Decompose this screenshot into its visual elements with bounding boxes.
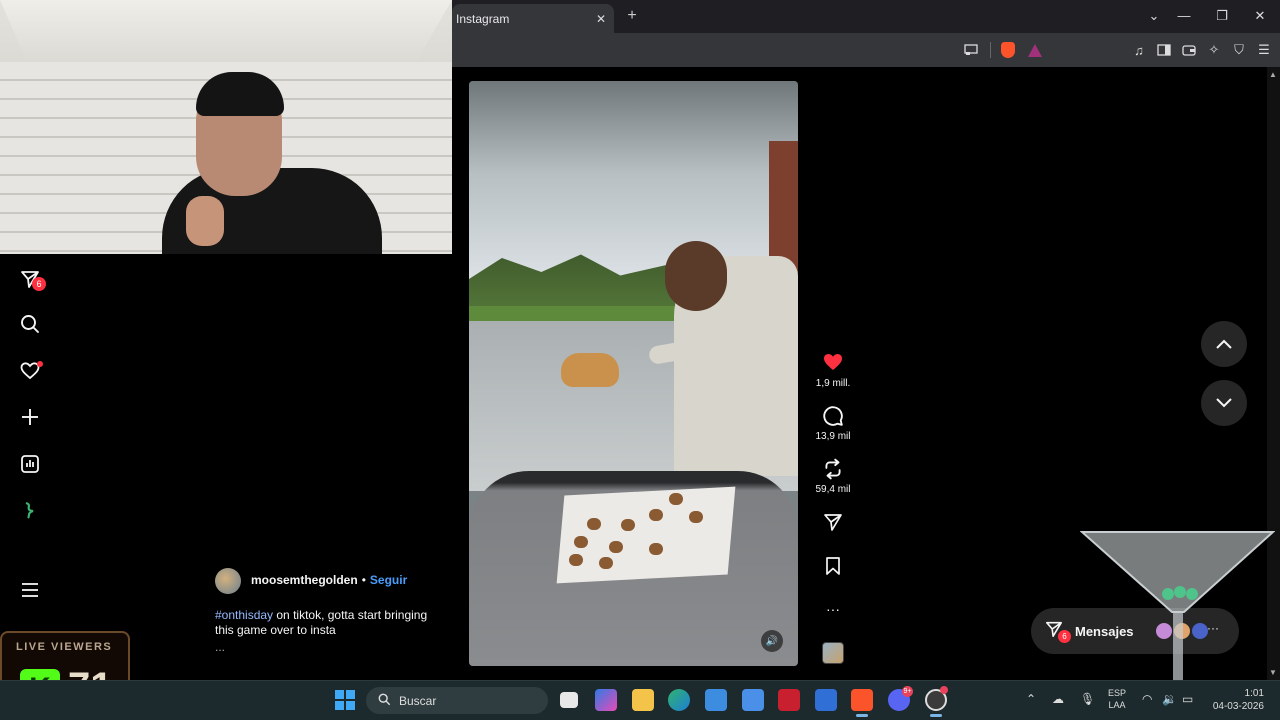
input-language[interactable]: ESP LAA [1108, 687, 1126, 711]
media-icon[interactable]: ♫ [1130, 41, 1148, 59]
messages-badge: 6 [1058, 630, 1071, 643]
live-viewers-label: LIVE VIEWERS [16, 641, 113, 653]
scroll-down-icon[interactable]: ▼ [1269, 668, 1277, 677]
brave-taskbar-icon[interactable] [851, 689, 873, 711]
comment-icon[interactable] [822, 405, 844, 427]
reel-caption: #onthisday on tiktok, gotta start bringi… [215, 608, 445, 638]
tab-title: Instagram [456, 11, 510, 26]
comment-count: 13,9 mil [815, 431, 851, 442]
save-action[interactable] [810, 556, 856, 578]
next-reel-button[interactable] [1201, 380, 1247, 426]
like-count: 1,9 mill. [815, 378, 851, 389]
clock-time: 1:01 [1244, 688, 1264, 699]
battery-icon[interactable]: ▭ [1182, 692, 1193, 706]
store-icon[interactable] [705, 689, 727, 711]
author-row: moosemthegolden • Seguir [251, 573, 407, 587]
new-tab-button[interactable]: + [622, 6, 642, 26]
tray-overflow-icon[interactable]: ⌃ [1026, 692, 1036, 706]
chevron-up-icon [1216, 339, 1232, 349]
chevron-down-icon [1216, 398, 1232, 408]
system-clock[interactable]: 1:01 04-03-2026 [1212, 687, 1264, 713]
scroll-up-icon[interactable]: ▲ [1269, 70, 1277, 79]
outlook-icon[interactable] [815, 689, 837, 711]
reel-video[interactable] [469, 81, 798, 666]
bookmark-icon[interactable] [824, 556, 842, 578]
repost-icon[interactable] [822, 458, 844, 480]
more-options-icon[interactable]: ··· [826, 598, 840, 620]
tab-close-icon[interactable]: ✕ [592, 12, 610, 26]
windows-logo-icon [335, 690, 355, 710]
notifications-dot [37, 361, 43, 367]
obs-status-dot [940, 686, 948, 694]
direct-badge: 6 [32, 277, 46, 291]
share-action[interactable] [810, 512, 856, 534]
caption-hashtag[interactable]: #onthisday [215, 608, 273, 622]
options-action[interactable]: ··· [810, 598, 856, 620]
taskbar-search-text: Buscar [399, 693, 437, 708]
like-heart-icon[interactable] [822, 352, 844, 374]
messages-label: Mensajes [1075, 623, 1134, 639]
author-avatar[interactable] [215, 568, 241, 594]
author-username[interactable]: moosemthegolden [251, 573, 358, 587]
share-icon[interactable] [823, 512, 843, 534]
taskbar-search-box[interactable]: Buscar [366, 687, 548, 714]
brave-running-indicator [856, 714, 868, 717]
mcafee-icon[interactable] [778, 689, 800, 711]
app-icon[interactable] [19, 499, 41, 521]
message-avatar [1172, 621, 1192, 641]
wallet-icon[interactable] [1180, 41, 1198, 59]
comment-action[interactable]: 13,9 mil [810, 405, 856, 442]
microphone-icon[interactable]: 🎙 [1080, 692, 1095, 706]
onedrive-icon[interactable]: ☁ [1052, 692, 1064, 706]
minimize-button[interactable]: — [1172, 6, 1196, 26]
tab-search-dropdown-icon[interactable]: ⌄ [1142, 6, 1166, 26]
brave-rewards-icon[interactable] [1026, 41, 1044, 59]
leo-icon[interactable]: ✧ [1205, 41, 1223, 59]
previous-reel-button[interactable] [1201, 321, 1247, 367]
file-explorer-icon[interactable] [632, 689, 654, 711]
sidebar-icon[interactable] [1155, 41, 1173, 59]
repost-action[interactable]: 59,4 mil [810, 458, 856, 495]
start-button[interactable] [334, 689, 356, 711]
like-action[interactable]: 1,9 mill. [810, 352, 856, 389]
vpn-icon[interactable]: ⛉ [1230, 41, 1248, 59]
author-separator: • [361, 573, 366, 587]
close-window-button[interactable]: ✕ [1248, 6, 1272, 26]
wifi-icon[interactable]: ◠ [1142, 692, 1152, 706]
volume-icon[interactable]: 🔉 [1162, 692, 1177, 706]
clock-date: 04-03-2026 [1212, 701, 1264, 712]
task-view-icon[interactable] [560, 692, 578, 708]
cast-icon[interactable] [962, 41, 980, 59]
webcam-feed [0, 0, 452, 254]
edge-icon[interactable] [668, 689, 690, 711]
obs-running-indicator [930, 714, 942, 717]
brave-shields-icon[interactable] [999, 41, 1017, 59]
mute-button[interactable]: 🔊 [761, 630, 783, 652]
follow-button[interactable]: Seguir [370, 573, 407, 587]
discord-badge: 9+ [902, 686, 913, 697]
message-avatar [1154, 621, 1174, 641]
desktop-screen: ▲ ▼ Instagram ✕ + ⌄ — ❐ ✕ ♫ ✧ ⛉ ☰ 6 LIVE… [0, 0, 1280, 720]
dashboard-icon[interactable] [19, 453, 41, 475]
browser-tab-instagram[interactable]: Instagram ✕ [452, 4, 614, 33]
menu-icon[interactable]: ☰ [1255, 41, 1273, 59]
restore-button[interactable]: ❐ [1210, 6, 1234, 26]
taskbar-search-icon [378, 693, 391, 709]
repost-count: 59,4 mil [815, 484, 851, 495]
more-icon[interactable] [19, 579, 41, 601]
toolbar-separator [990, 42, 991, 58]
audio-thumbnail[interactable] [822, 642, 844, 664]
create-icon[interactable] [19, 406, 41, 428]
copilot-icon[interactable] [595, 689, 617, 711]
autoclicker-icon[interactable] [742, 689, 764, 711]
search-icon[interactable] [19, 313, 41, 335]
page-scrollbar[interactable] [1267, 67, 1280, 680]
input-language-secondary: LAA [1108, 700, 1126, 710]
caption-more[interactable]: ... [215, 640, 225, 654]
messages-more-icon: ··· [1207, 621, 1219, 635]
input-language-primary: ESP [1108, 688, 1127, 698]
